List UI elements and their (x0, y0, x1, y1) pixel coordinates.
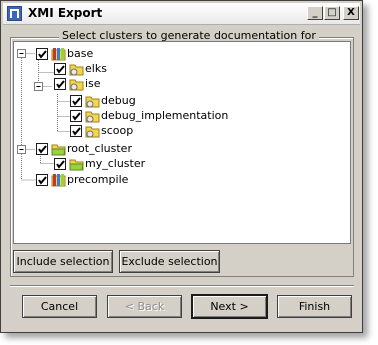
folder-icon (69, 159, 84, 171)
next-button[interactable]: Next > (191, 294, 268, 319)
expander-ise (34, 82, 52, 91)
cluster-folder-icon (85, 126, 100, 138)
tree-node-label: precompile (67, 173, 129, 186)
tree-node-label: my_cluster (85, 157, 146, 170)
cluster-folder-icon (69, 79, 84, 91)
include-selection-button[interactable]: Include selection (13, 250, 113, 273)
checkbox-debug[interactable] (70, 95, 82, 107)
close-button[interactable]: X (343, 6, 359, 20)
checkbox-scoop[interactable] (70, 125, 82, 137)
footer-separator (10, 285, 354, 287)
checkbox-root-cluster[interactable] (36, 143, 48, 155)
tree-node-label: debug (101, 94, 136, 107)
minimize-button[interactable]: _ (307, 6, 323, 20)
tree-node-label: debug_implementation (101, 109, 229, 122)
finish-button[interactable]: Finish (277, 295, 352, 318)
expander-base (17, 49, 35, 58)
tree-node-label: elks (85, 62, 107, 75)
checkbox-debug-implementation[interactable] (70, 110, 82, 122)
cluster-folder-icon (85, 96, 100, 108)
folder-icon (51, 144, 66, 156)
exclude-selection-button[interactable]: Exclude selection (119, 250, 220, 273)
title-bar[interactable]: XMI Export _ □ X (3, 3, 360, 25)
library-cluster-icon (51, 48, 66, 61)
maximize-button[interactable]: □ (324, 6, 340, 20)
checkbox-my-cluster[interactable] (54, 158, 66, 170)
xmi-export-dialog: XMI Export _ □ X Select clusters to gene… (0, 0, 363, 333)
tree-node-label: root_cluster (67, 142, 132, 155)
expander-root-cluster (17, 145, 35, 154)
tree-node-label: base (67, 47, 94, 60)
cluster-folder-icon (85, 111, 100, 123)
cancel-button[interactable]: Cancel (22, 295, 97, 318)
back-button[interactable]: < Back (107, 295, 182, 318)
library-cluster-icon (51, 174, 66, 187)
tree-node-label: ise (85, 77, 101, 90)
cluster-tree[interactable]: base elks ise debug debug_implementation… (13, 41, 351, 244)
window-title: XMI Export (28, 6, 103, 20)
checkbox-ise[interactable] (54, 78, 66, 90)
cluster-folder-icon (69, 64, 84, 76)
tree-node-label: scoop (101, 124, 134, 137)
checkbox-precompile[interactable] (36, 174, 48, 186)
app-icon (7, 6, 22, 21)
checkbox-base[interactable] (36, 48, 48, 60)
checkbox-elks[interactable] (54, 63, 66, 75)
